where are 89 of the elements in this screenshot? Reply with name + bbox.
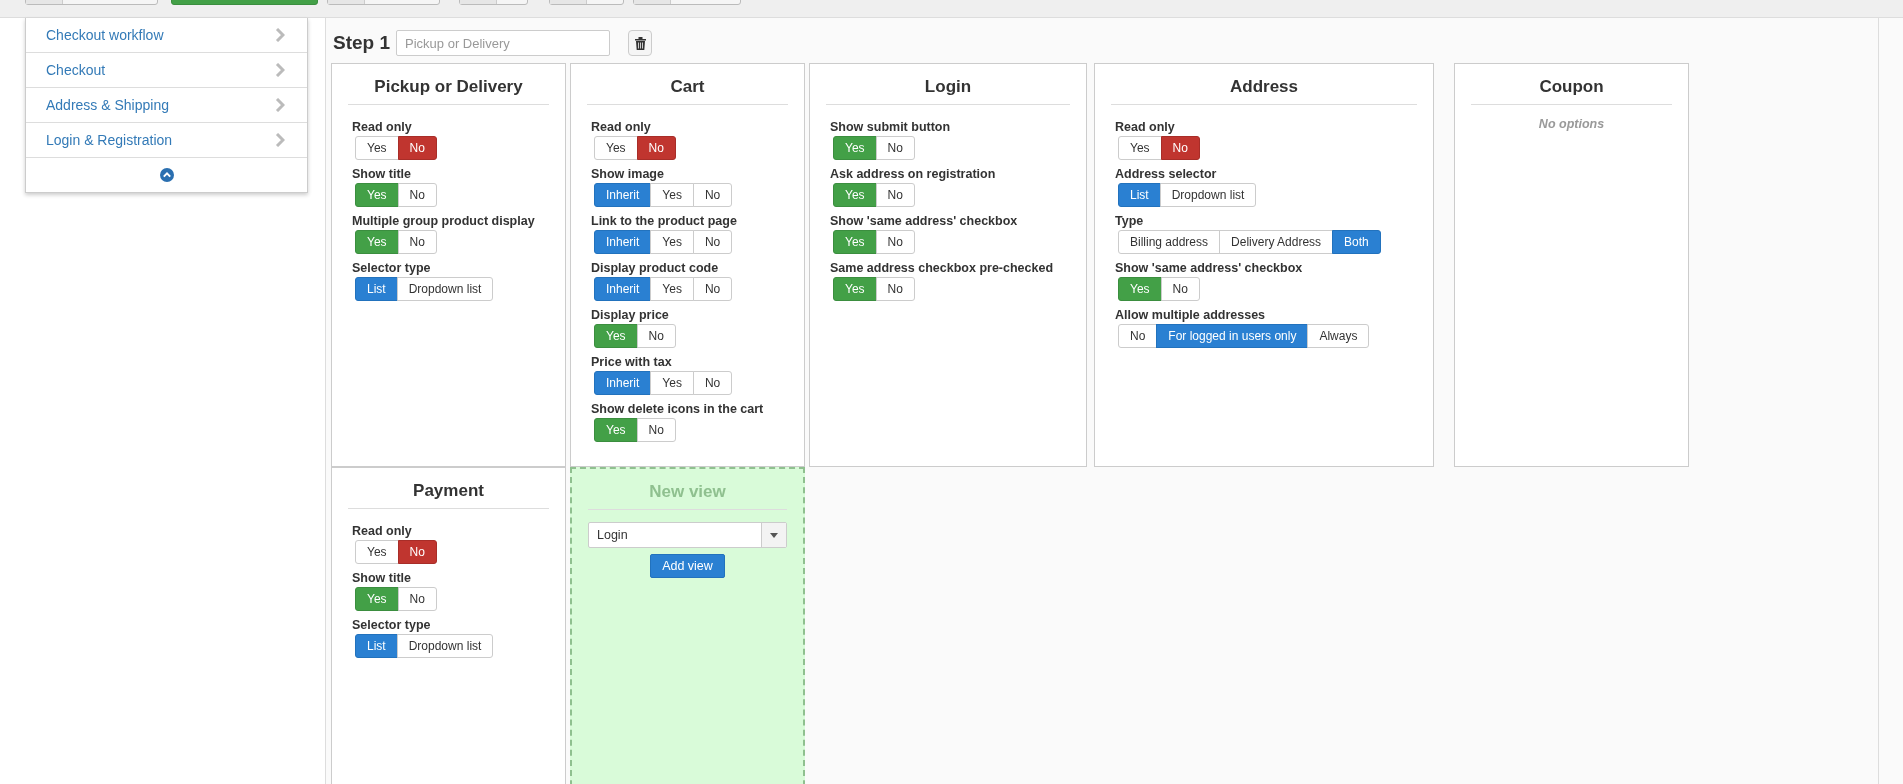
option-button[interactable]: List [355, 634, 398, 658]
setting-label: Show title [352, 570, 412, 587]
step-name-field[interactable]: Pickup or Delivery [396, 30, 611, 56]
trash-icon [634, 36, 646, 50]
view-title: Coupon [1471, 76, 1672, 105]
option-button[interactable]: No [636, 418, 676, 442]
setting-label: Show image [591, 166, 664, 183]
setting-label: Type [1115, 213, 1144, 230]
view-title: Address [1111, 76, 1417, 105]
setting-label: Read only [352, 119, 412, 136]
setting-label: Read only [352, 523, 412, 540]
option-button[interactable]: Billing address [1118, 230, 1221, 254]
step-label: Step 1 [333, 32, 391, 54]
option-button[interactable]: No [692, 277, 733, 301]
option-button[interactable]: Yes [594, 136, 638, 160]
setting-label: Show 'same address' checkbox [1115, 260, 1303, 277]
option-button[interactable]: No [1160, 136, 1200, 160]
option-button[interactable]: No [1118, 324, 1158, 348]
option-button[interactable]: List [355, 277, 398, 301]
option-button[interactable]: No [636, 324, 676, 348]
option-button[interactable]: No [875, 183, 915, 207]
option-button[interactable]: Dropdown list [396, 277, 494, 301]
option-button[interactable]: Inherit [594, 183, 652, 207]
option-button[interactable]: No [397, 230, 437, 254]
view-select[interactable]: Login [588, 522, 787, 548]
option-button[interactable]: Yes [355, 540, 399, 564]
option-button[interactable]: Inherit [594, 371, 652, 395]
option-button[interactable]: No [397, 183, 437, 207]
add-view-button[interactable]: Add view [650, 554, 725, 578]
caret-icon [770, 532, 778, 538]
option-button[interactable]: Yes [650, 277, 694, 301]
setting-label: Price with tax [591, 354, 672, 371]
chevron-right-icon [275, 28, 285, 42]
setting-label: Read only [1115, 119, 1175, 136]
chevron-right-icon [275, 133, 285, 147]
delete-button[interactable] [628, 30, 653, 56]
setting-label: Multiple group product display [352, 213, 535, 230]
setting-label: Show delete icons in the cart [591, 401, 764, 418]
option-button[interactable]: No [875, 277, 915, 301]
setting-label: Show submit button [830, 119, 951, 136]
option-button[interactable]: Yes [650, 371, 694, 395]
setting-label: Read only [591, 119, 651, 136]
option-button[interactable]: Dropdown list [1159, 183, 1257, 207]
option-button[interactable]: No [875, 230, 915, 254]
setting-label: Same address checkbox pre-checked [830, 260, 1054, 277]
option-button[interactable]: No [397, 587, 437, 611]
setting-label: Show title [352, 166, 412, 183]
setting-label: Display price [591, 307, 669, 324]
option-button[interactable]: No [397, 540, 437, 564]
option-button[interactable]: For logged in users only [1156, 324, 1309, 348]
option-button[interactable]: No [692, 183, 733, 207]
option-button[interactable]: No [875, 136, 915, 160]
view-title: New view [588, 481, 787, 510]
option-button[interactable]: Both [1332, 230, 1381, 254]
option-button[interactable]: Yes [355, 136, 399, 160]
sidebar-item[interactable]: Checkout workflow [26, 18, 307, 53]
option-button[interactable]: Dropdown list [396, 634, 494, 658]
option-button[interactable]: List [1118, 183, 1161, 207]
option-button[interactable]: Always [1307, 324, 1370, 348]
view-title: Payment [348, 480, 549, 509]
setting-label: Selector type [352, 260, 431, 277]
setting-label: Ask address on registration [830, 166, 996, 183]
collapse-up-icon[interactable] [159, 168, 174, 182]
option-button[interactable]: No [692, 230, 733, 254]
setting-label: Show 'same address' checkbox [830, 213, 1018, 230]
sidebar-item[interactable]: Login & Registration [26, 123, 307, 158]
view-title: Cart [587, 76, 788, 105]
option-button[interactable]: No [397, 136, 437, 160]
view-title: Login [826, 76, 1070, 105]
no-options-text: No options [1537, 117, 1606, 131]
view-title: Pickup or Delivery [348, 76, 549, 105]
sidebar-item[interactable]: Address & Shipping [26, 88, 307, 123]
option-button[interactable]: Inherit [594, 230, 652, 254]
option-button[interactable]: Yes [650, 183, 694, 207]
sidebar-item[interactable]: Checkout [26, 53, 307, 88]
option-button[interactable]: Inherit [594, 277, 652, 301]
setting-label: Address selector [1115, 166, 1217, 183]
option-button[interactable]: Yes [650, 230, 694, 254]
option-button[interactable]: No [692, 371, 733, 395]
setting-label: Display product code [591, 260, 719, 277]
setting-label: Link to the product page [591, 213, 737, 230]
setting-label: Selector type [352, 617, 431, 634]
option-button[interactable]: No [1160, 277, 1200, 301]
setting-label: Allow multiple addresses [1115, 307, 1266, 324]
chevron-right-icon [275, 98, 285, 112]
option-button[interactable]: Delivery Address [1219, 230, 1334, 254]
option-button[interactable]: No [636, 136, 676, 160]
chevron-right-icon [275, 63, 285, 77]
option-button[interactable]: Yes [1118, 136, 1162, 160]
